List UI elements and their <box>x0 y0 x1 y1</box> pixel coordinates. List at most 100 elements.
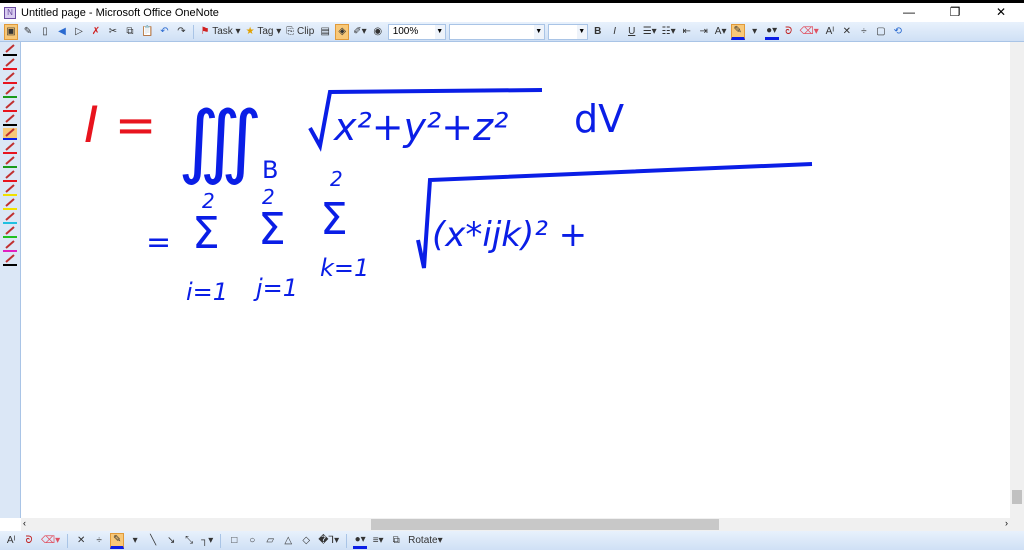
decrease-indent-icon[interactable]: ⇤ <box>680 24 694 40</box>
arrange-icon[interactable]: ⧉ <box>389 533 403 549</box>
ink-lower-k[interactable]: k=1 <box>320 254 369 282</box>
color-wheel-icon[interactable]: ●▾ <box>353 533 368 549</box>
pen-swatch[interactable] <box>3 142 17 154</box>
ink-sigma-i[interactable]: Σ <box>192 208 220 259</box>
eraser-icon[interactable]: ⌫▾ <box>799 24 820 40</box>
minimize-button[interactable]: — <box>886 3 932 22</box>
clip-button[interactable]: ⎘ Clip <box>285 24 315 40</box>
pen-swatch[interactable] <box>3 226 17 238</box>
copy-icon[interactable]: ⧉ <box>123 24 137 40</box>
page-view-icon[interactable]: ▣ <box>4 23 18 40</box>
zoom-select[interactable]: 100% ▼ <box>387 23 446 40</box>
color-wheel-icon[interactable]: ●▾ <box>764 24 779 40</box>
research-icon[interactable]: ⟲ <box>891 24 905 40</box>
pen-swatch[interactable] <box>3 44 17 56</box>
eraser-icon[interactable]: ⌫▾ <box>40 533 61 549</box>
page-icon[interactable]: ▢ <box>874 24 888 40</box>
ellipse-icon[interactable]: ○ <box>245 533 259 549</box>
connector-icon[interactable]: �Ꞁ▾ <box>317 533 340 549</box>
chevron-down-icon[interactable]: ▾ <box>128 533 142 549</box>
note-canvas[interactable]: I = ∭ B x²+y²+z² dV = 2 Σ i=1 2 Σ j=1 2 … <box>21 42 1010 518</box>
pen-mode-icon[interactable]: ✐▾ <box>352 24 367 40</box>
pen-color-icon[interactable]: ✎ <box>730 23 745 40</box>
ink-region[interactable]: B <box>262 156 278 184</box>
ink-sigma-k[interactable]: Σ <box>320 194 348 245</box>
cut-icon[interactable]: ✂ <box>106 24 120 40</box>
ink-sigma-j[interactable]: Σ <box>258 204 286 255</box>
underline-icon[interactable]: U <box>625 24 639 40</box>
pen-swatch[interactable] <box>3 156 17 168</box>
line-weight-icon[interactable]: ≡▾ <box>371 533 385 549</box>
bold-icon[interactable]: B <box>591 24 605 40</box>
ink-radicand[interactable]: x²+y²+z² <box>333 105 508 149</box>
font-select[interactable]: ▼ <box>448 23 545 40</box>
maximize-button[interactable]: ❐ <box>932 3 978 22</box>
parallelogram-icon[interactable]: ▱ <box>263 533 277 549</box>
ink-equals[interactable]: = <box>146 225 171 260</box>
new-page-icon[interactable]: ▯ <box>38 24 52 40</box>
ink-triple-integral[interactable]: ∭ <box>178 94 263 187</box>
separator <box>346 533 348 548</box>
axes-icon[interactable]: ┐▾ <box>200 533 214 549</box>
pen-swatch[interactable] <box>3 114 17 126</box>
undo-icon[interactable]: ↶ <box>157 24 171 40</box>
scroll-right-icon[interactable]: › <box>1005 518 1008 528</box>
paste-icon[interactable]: 📋 <box>140 24 154 40</box>
line-icon[interactable]: ╲ <box>146 533 160 549</box>
pen-color-icon[interactable]: ✎ <box>110 532 125 549</box>
pen-swatch[interactable] <box>3 170 17 182</box>
double-arrow-icon[interactable]: ⤡ <box>182 533 196 549</box>
delete-page-icon[interactable]: ✗ <box>89 24 103 40</box>
close-button[interactable]: ✕ <box>978 3 1024 22</box>
diamond-icon[interactable]: ◇ <box>299 533 313 549</box>
pen-swatch[interactable] <box>3 72 17 84</box>
triangle-icon[interactable]: △ <box>281 533 295 549</box>
ink-dv[interactable]: dV <box>574 97 624 141</box>
ink-lower-i[interactable]: i=1 <box>186 278 228 306</box>
font-size-select[interactable]: ▼ <box>547 23 588 40</box>
help-icon[interactable]: ◉ <box>371 24 385 40</box>
task-button[interactable]: ⚑ Task ▾ <box>199 24 241 40</box>
insert-space-icon[interactable]: ÷ <box>92 533 106 549</box>
horizontal-scrollbar[interactable]: ‹ › <box>21 518 1010 531</box>
text-size-icon[interactable]: Aᴵ <box>823 24 837 40</box>
bullets-icon[interactable]: ☰▾ <box>642 24 658 40</box>
delete-icon[interactable]: ✕ <box>74 533 88 549</box>
pen-swatch[interactable] <box>3 58 17 70</box>
lasso-icon[interactable]: ᘐ <box>22 533 36 549</box>
rotate-button[interactable]: Rotate ▾ <box>407 533 444 549</box>
pen-swatch[interactable] <box>3 100 17 112</box>
ink-lower-j[interactable]: j=1 <box>253 274 298 302</box>
back-icon[interactable]: ◀ <box>55 24 69 40</box>
pen-swatch[interactable] <box>3 198 17 210</box>
scroll-left-icon[interactable]: ‹ <box>23 518 26 528</box>
delete-icon[interactable]: ✕ <box>840 24 854 40</box>
arrow-icon[interactable]: ↘ <box>164 533 178 549</box>
pen-swatch[interactable] <box>3 184 17 196</box>
pen-swatch[interactable] <box>3 254 17 266</box>
rectangle-icon[interactable]: □ <box>227 533 241 549</box>
italic-icon[interactable]: I <box>608 24 622 40</box>
pen-swatch[interactable] <box>3 86 17 98</box>
redo-icon[interactable]: ↷ <box>174 24 188 40</box>
ink-upper-k[interactable]: 2 <box>330 167 343 191</box>
vertical-scrollbar[interactable] <box>1010 42 1024 532</box>
text-size-icon[interactable]: Aᴵ <box>4 533 18 549</box>
pen-icon[interactable]: ✎ <box>21 24 35 40</box>
lasso-icon[interactable]: ᘐ <box>782 24 796 40</box>
vertical-scroll-thumb[interactable] <box>1012 490 1022 504</box>
pen-swatch[interactable] <box>3 212 17 224</box>
pen-swatch[interactable] <box>3 128 17 140</box>
full-page-icon[interactable]: ▤ <box>318 24 332 40</box>
ink-term[interactable]: (x*ijk)² + <box>432 215 587 255</box>
increase-indent-icon[interactable]: ⇥ <box>697 24 711 40</box>
speaker-icon[interactable]: ◈ <box>335 23 350 40</box>
chevron-down-icon[interactable]: ▾ <box>748 24 762 40</box>
pen-swatch[interactable] <box>3 240 17 252</box>
numbering-icon[interactable]: ☷▾ <box>661 24 677 40</box>
font-color-icon[interactable]: A▾ <box>714 24 728 40</box>
horizontal-scroll-thumb[interactable] <box>371 519 719 530</box>
insert-space-icon[interactable]: ÷ <box>857 24 871 40</box>
tag-button[interactable]: ★ Tag ▾ <box>245 24 283 40</box>
forward-icon[interactable]: ▷ <box>72 24 86 40</box>
